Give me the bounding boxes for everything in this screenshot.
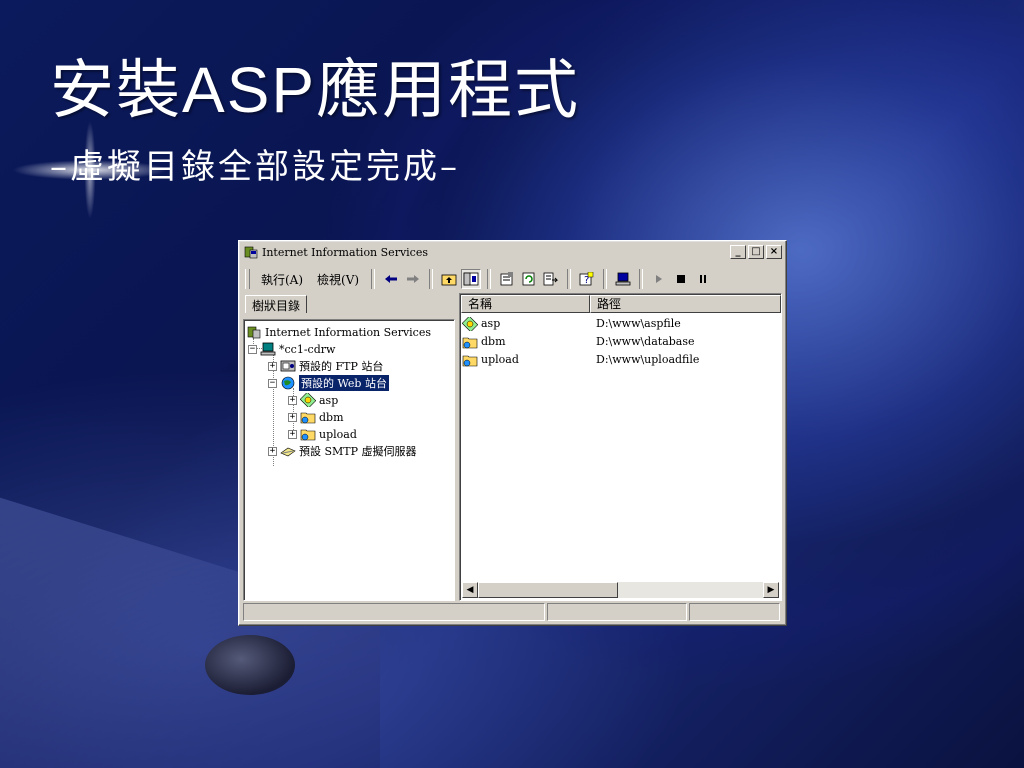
tree-label-server: *cc1-cdrw bbox=[279, 342, 336, 356]
maximize-button[interactable]: □ bbox=[748, 245, 764, 259]
details-list[interactable]: 名稱 路徑 asp D:\www\aspfile dbm D:\www\data… bbox=[459, 293, 782, 601]
computer-icon bbox=[260, 341, 276, 357]
tree-node-server[interactable]: − *cc1-cdrw bbox=[248, 341, 335, 357]
menu-view[interactable]: 檢視(V) bbox=[310, 271, 366, 288]
back-arrow-icon[interactable] bbox=[381, 269, 401, 289]
web-site-icon bbox=[280, 375, 296, 391]
toolbar-separator bbox=[567, 269, 572, 289]
application-icon bbox=[462, 316, 478, 332]
list-row-dbm[interactable]: dbm D:\www\database bbox=[462, 333, 779, 350]
iis-icon bbox=[246, 324, 262, 340]
list-row-upload[interactable]: upload D:\www\uploadfile bbox=[462, 351, 779, 368]
tree-node-dbm[interactable]: + dbm bbox=[288, 409, 344, 425]
virtual-folder-icon bbox=[300, 409, 316, 425]
column-header-name[interactable]: 名稱 bbox=[461, 295, 590, 313]
tree-node-upload[interactable]: + upload bbox=[288, 426, 357, 442]
window-titlebar[interactable]: Internet Information Services _ □ × bbox=[241, 243, 784, 261]
computer-icon[interactable] bbox=[613, 269, 633, 289]
status-bar bbox=[243, 603, 782, 623]
window-title: Internet Information Services bbox=[262, 245, 428, 259]
virtual-folder-icon bbox=[462, 334, 478, 350]
show-tree-icon[interactable] bbox=[461, 269, 482, 289]
menu-action[interactable]: 執行(A) bbox=[254, 271, 310, 288]
toolbar-separator bbox=[487, 269, 492, 289]
row-path: D:\www\database bbox=[596, 335, 695, 348]
help-icon[interactable]: ? bbox=[577, 269, 597, 289]
status-pane-1 bbox=[243, 603, 545, 621]
tree-label-iis: Internet Information Services bbox=[265, 325, 431, 339]
expand-icon[interactable]: + bbox=[268, 446, 277, 456]
pause-icon[interactable] bbox=[693, 269, 713, 289]
row-path: D:\www\aspfile bbox=[596, 317, 681, 330]
export-icon[interactable] bbox=[541, 269, 561, 289]
expand-icon[interactable]: + bbox=[288, 429, 297, 439]
menu-grip[interactable] bbox=[245, 269, 250, 289]
tree-label-upload: upload bbox=[319, 427, 357, 441]
collapse-icon[interactable]: − bbox=[268, 378, 277, 388]
scroll-thumb[interactable] bbox=[478, 582, 618, 598]
row-name: dbm bbox=[481, 335, 506, 348]
ftp-site-icon bbox=[280, 358, 296, 374]
tree-node-smtp[interactable]: + 預設 SMTP 虛擬伺服器 bbox=[268, 443, 417, 459]
toolbar-separator bbox=[429, 269, 434, 289]
play-icon[interactable] bbox=[649, 269, 669, 289]
tree-label-smtp: 預設 SMTP 虛擬伺服器 bbox=[299, 445, 417, 458]
application-icon bbox=[300, 392, 316, 408]
virtual-folder-icon bbox=[462, 352, 478, 368]
expand-icon[interactable]: + bbox=[288, 412, 297, 422]
tab-tree[interactable]: 樹狀目錄 bbox=[245, 295, 308, 313]
properties-icon[interactable] bbox=[497, 269, 517, 289]
list-row-asp[interactable]: asp D:\www\aspfile bbox=[462, 315, 779, 332]
minimize-button[interactable]: _ bbox=[730, 245, 746, 259]
title-part-2: ASP bbox=[182, 54, 317, 126]
horizontal-scrollbar[interactable]: ◀ ▶ bbox=[462, 582, 779, 598]
row-name: asp bbox=[481, 317, 501, 330]
expand-icon[interactable]: + bbox=[288, 395, 297, 405]
status-pane-2 bbox=[547, 603, 687, 621]
toolbar-separator bbox=[371, 269, 376, 289]
smtp-server-icon bbox=[280, 443, 296, 459]
tree-node-web[interactable]: − 預設的 Web 站台 bbox=[268, 374, 390, 392]
tree-label-web: 預設的 Web 站台 bbox=[298, 374, 390, 392]
status-pane-3 bbox=[689, 603, 780, 621]
row-name: upload bbox=[481, 353, 519, 366]
tree-node-iis[interactable]: Internet Information Services bbox=[246, 324, 431, 340]
slide-subtitle: –虛擬目錄全部設定完成– bbox=[50, 147, 460, 187]
row-path: D:\www\uploadfile bbox=[596, 353, 700, 366]
scroll-left-icon[interactable]: ◀ bbox=[462, 582, 478, 598]
tree-label-ftp: 預設的 FTP 站台 bbox=[299, 360, 384, 373]
menu-toolbar: 執行(A) 檢視(V) ? bbox=[243, 265, 782, 293]
forward-arrow-icon[interactable] bbox=[403, 269, 423, 289]
scroll-right-icon[interactable]: ▶ bbox=[763, 582, 779, 598]
tree-label-asp: asp bbox=[319, 393, 339, 407]
virtual-folder-icon bbox=[300, 426, 316, 442]
stop-icon[interactable] bbox=[671, 269, 691, 289]
collapse-icon[interactable]: − bbox=[248, 344, 257, 354]
tree-node-asp[interactable]: + asp bbox=[288, 392, 338, 408]
expand-icon[interactable]: + bbox=[268, 361, 277, 371]
toolbar-separator bbox=[639, 269, 644, 289]
up-folder-icon[interactable] bbox=[439, 269, 459, 289]
toolbar-separator bbox=[603, 269, 608, 289]
tree-node-ftp[interactable]: + 預設的 FTP 站台 bbox=[268, 358, 383, 374]
tree-tabbar: 樹狀目錄 bbox=[243, 293, 455, 315]
tree-view[interactable]: Internet Information Services − *cc1-cdr… bbox=[243, 319, 455, 601]
title-part-1: 安裝 bbox=[50, 54, 182, 128]
column-header-path[interactable]: 路徑 bbox=[590, 295, 781, 313]
iis-window[interactable]: Internet Information Services _ □ × 執行(A… bbox=[238, 240, 787, 626]
close-button[interactable]: × bbox=[766, 245, 782, 259]
slide-title: 安裝ASP應用程式 bbox=[50, 50, 580, 131]
iis-app-icon bbox=[243, 244, 259, 260]
title-part-3: 應用程式 bbox=[316, 54, 581, 128]
background-trackball bbox=[205, 635, 295, 695]
refresh-icon[interactable] bbox=[519, 269, 539, 289]
tree-label-dbm: dbm bbox=[319, 410, 344, 424]
